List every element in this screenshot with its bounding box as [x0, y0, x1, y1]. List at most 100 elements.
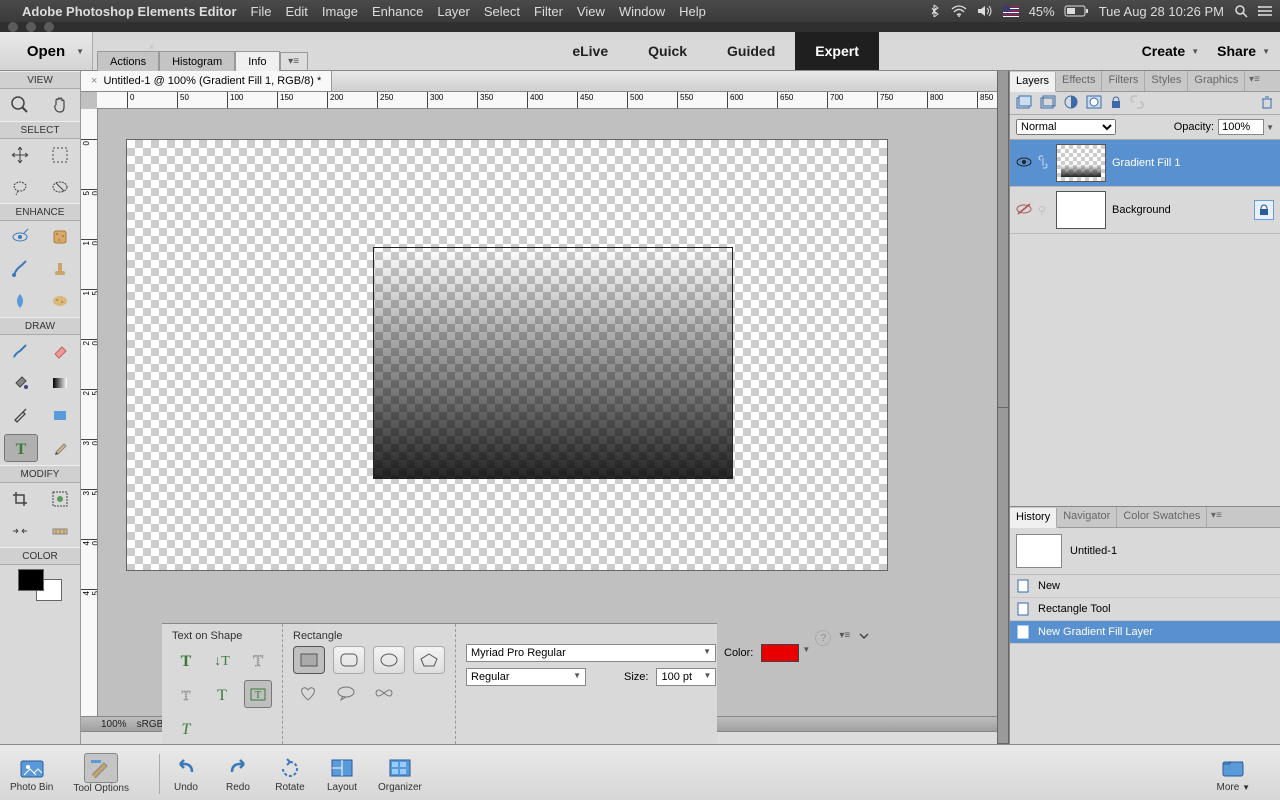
layer-thumbnail[interactable]: [1056, 144, 1106, 182]
eraser-tool[interactable]: [44, 338, 76, 364]
panel-menu-icon[interactable]: ▾≡: [280, 52, 308, 70]
chevron-down-icon[interactable]: ▼: [1266, 123, 1274, 132]
help-icon[interactable]: ?: [815, 630, 831, 646]
redeye-tool[interactable]: [4, 224, 36, 250]
tab-filters[interactable]: Filters: [1102, 71, 1145, 91]
link-icon[interactable]: [1038, 155, 1050, 172]
close-icon[interactable]: ×: [149, 42, 154, 52]
gradient-fill-shape[interactable]: [373, 247, 733, 479]
history-item-gradient-fill[interactable]: New Gradient Fill Layer: [1010, 621, 1280, 644]
font-family-select[interactable]: Myriad Pro Regular: [466, 644, 716, 662]
vertical-ruler[interactable]: 05 01 01 52 02 53 03 54 04 5: [81, 109, 98, 716]
text-color-swatch[interactable]: [761, 644, 799, 662]
clock[interactable]: Tue Aug 28 10:26 PM: [1099, 4, 1224, 19]
type-on-shape-icon[interactable]: T: [244, 680, 272, 708]
type-mask-icon[interactable]: T: [244, 646, 272, 674]
share-button[interactable]: Share: [1217, 43, 1270, 59]
bluetooth-icon[interactable]: [931, 4, 941, 18]
blur-tool[interactable]: [4, 288, 36, 314]
paint-bucket-tool[interactable]: [4, 370, 36, 396]
tab-styles[interactable]: Styles: [1145, 71, 1188, 91]
color-swatches[interactable]: [18, 569, 62, 601]
opacity-value[interactable]: 100%: [1218, 119, 1264, 135]
shape-tool[interactable]: [44, 402, 76, 428]
document-tab[interactable]: ×Untitled-1 @ 100% (Gradient Fill 1, RGB…: [81, 71, 332, 91]
organizer-button[interactable]: Organizer: [378, 754, 422, 793]
close-window-button[interactable]: [8, 22, 18, 32]
tab-histogram[interactable]: Histogram: [159, 51, 235, 71]
app-name[interactable]: Adobe Photoshop Elements Editor: [22, 4, 237, 19]
tab-layers[interactable]: Layers: [1010, 72, 1056, 92]
menu-edit[interactable]: Edit: [285, 4, 307, 19]
spotlight-icon[interactable]: [1234, 4, 1248, 18]
shape-talk-bubble[interactable]: [331, 680, 361, 706]
new-group-icon[interactable]: [1040, 95, 1056, 112]
content-aware-tool[interactable]: [4, 518, 36, 544]
layer-thumbnail[interactable]: [1056, 191, 1106, 229]
shape-rectangle[interactable]: [293, 646, 325, 674]
smart-brush-tool[interactable]: [4, 256, 36, 282]
shape-polygon[interactable]: [413, 646, 445, 674]
layout-button[interactable]: Layout: [326, 754, 358, 793]
collapse-panel-icon[interactable]: [858, 630, 870, 645]
wifi-icon[interactable]: [951, 5, 967, 17]
more-button[interactable]: More ▼: [1217, 754, 1251, 793]
type-warp-icon[interactable]: T: [172, 714, 200, 742]
menu-window[interactable]: Window: [619, 4, 665, 19]
battery-icon[interactable]: [1065, 5, 1089, 17]
type-tool[interactable]: T: [4, 434, 38, 462]
undo-button[interactable]: Undo: [170, 754, 202, 793]
create-button[interactable]: Create: [1142, 43, 1200, 59]
straighten-tool[interactable]: [44, 518, 76, 544]
quick-select-tool[interactable]: [44, 174, 76, 200]
menu-select[interactable]: Select: [484, 4, 520, 19]
type-mask-v-icon[interactable]: T: [172, 680, 200, 708]
layer-gradient-fill-1[interactable]: Gradient Fill 1: [1010, 140, 1280, 187]
delete-layer-icon[interactable]: [1260, 95, 1274, 112]
tool-options-button[interactable]: Tool Options: [73, 753, 129, 794]
tab-color-swatches[interactable]: Color Swatches: [1117, 507, 1207, 527]
mode-guided[interactable]: Guided: [707, 32, 795, 70]
tab-navigator[interactable]: Navigator: [1057, 507, 1117, 527]
move-tool[interactable]: [4, 142, 36, 168]
hand-tool[interactable]: [44, 92, 76, 118]
layer-background[interactable]: ⚲ Background: [1010, 187, 1280, 234]
panel-menu-icon[interactable]: ▾≡: [1207, 507, 1225, 527]
tab-effects[interactable]: Effects: [1056, 71, 1102, 91]
mode-expert[interactable]: Expert: [795, 32, 879, 70]
crop-tool[interactable]: [4, 486, 36, 512]
vertical-type-icon[interactable]: ↓T: [208, 646, 236, 674]
history-item-rectangle[interactable]: Rectangle Tool: [1010, 598, 1280, 621]
brush-tool[interactable]: [4, 338, 36, 364]
sponge-tool[interactable]: [44, 288, 76, 314]
input-flag-icon[interactable]: [1003, 6, 1019, 17]
link-layers-icon[interactable]: [1130, 95, 1144, 112]
zoom-window-button[interactable]: [44, 22, 54, 32]
history-item-new[interactable]: New: [1010, 575, 1280, 598]
menu-extras-icon[interactable]: [1258, 5, 1272, 17]
gradient-tool[interactable]: [44, 370, 76, 396]
menu-filter[interactable]: Filter: [534, 4, 563, 19]
menu-layer[interactable]: Layer: [437, 4, 470, 19]
menu-help[interactable]: Help: [679, 4, 706, 19]
mode-quick[interactable]: Quick: [628, 32, 707, 70]
menu-enhance[interactable]: Enhance: [372, 4, 423, 19]
redo-button[interactable]: Redo: [222, 754, 254, 793]
tab-graphics[interactable]: Graphics: [1188, 71, 1245, 91]
mode-elive[interactable]: eLive: [552, 32, 628, 70]
horizontal-type-icon[interactable]: T: [172, 646, 200, 674]
adjustment-layer-icon[interactable]: [1064, 95, 1078, 112]
zoom-tool[interactable]: [4, 92, 36, 118]
type-on-path-icon[interactable]: T: [208, 680, 236, 708]
minimize-window-button[interactable]: [26, 22, 36, 32]
marquee-tool[interactable]: [44, 142, 76, 168]
menu-file[interactable]: File: [251, 4, 272, 19]
tab-info[interactable]: Info: [235, 51, 279, 71]
font-style-select[interactable]: Regular: [466, 668, 586, 686]
tab-history[interactable]: History: [1010, 508, 1057, 528]
history-state[interactable]: Untitled-1: [1010, 528, 1280, 575]
shape-butterfly[interactable]: [369, 680, 399, 706]
font-size-select[interactable]: 100 pt: [656, 668, 716, 686]
eyedropper-tool[interactable]: [4, 402, 36, 428]
foreground-color[interactable]: [18, 569, 44, 591]
